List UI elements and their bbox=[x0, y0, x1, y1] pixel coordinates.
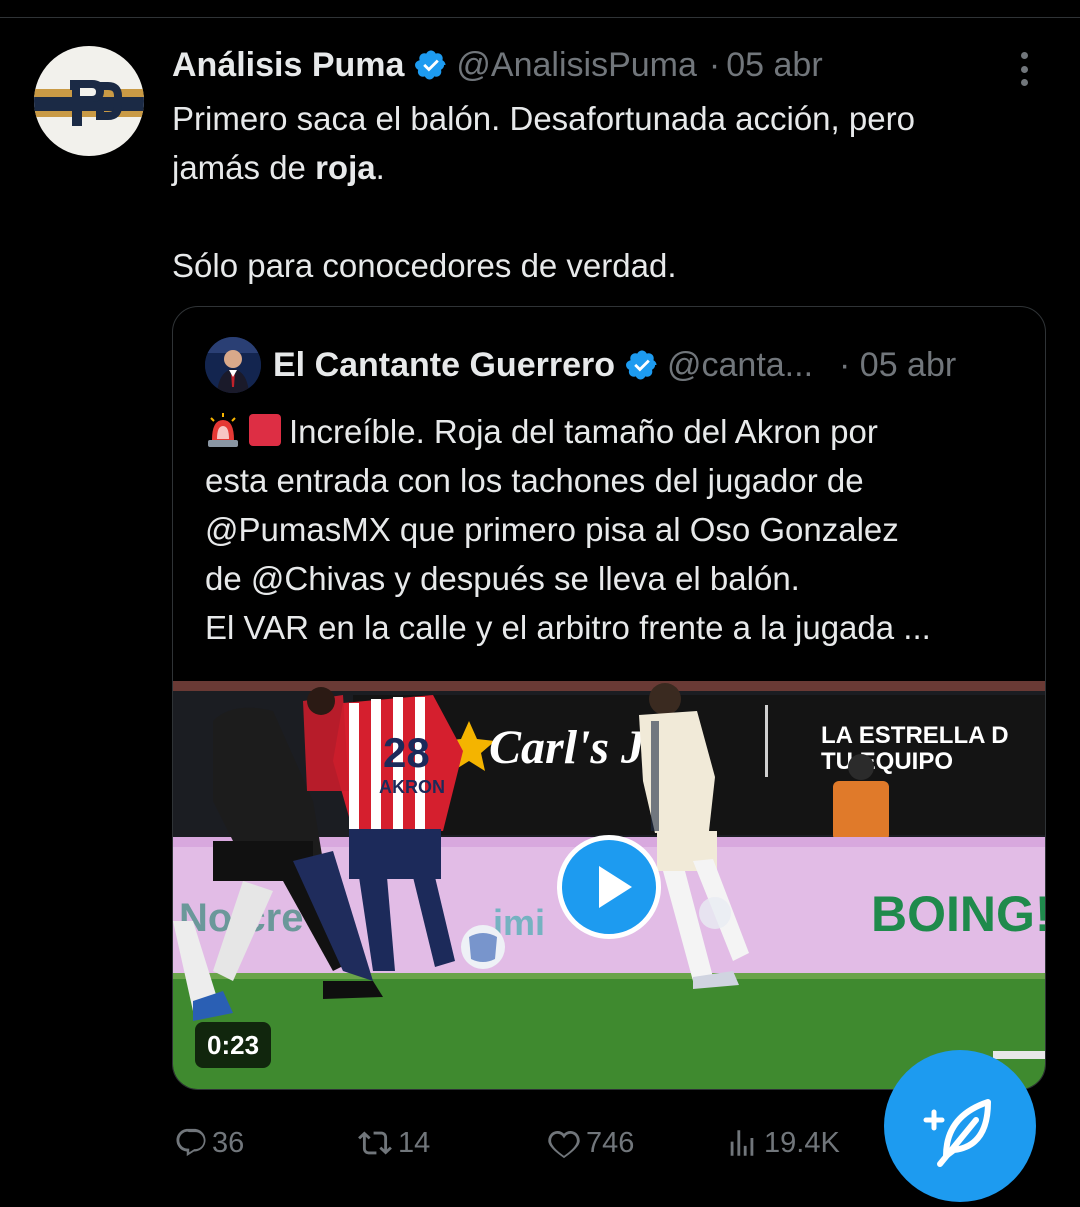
play-icon bbox=[599, 866, 632, 908]
video-player[interactable]: Carl's Jr. LA ESTRELLA D TU EQUIPO No cr… bbox=[173, 681, 1045, 1089]
tweet-text-line3: Sólo para conocedores de verdad. bbox=[172, 247, 677, 284]
quoted-text-line-5: El VAR en la calle y el arbitro frente a… bbox=[205, 609, 931, 646]
tweet-header: Análisis Puma @AnalisisPuma · 05 abr bbox=[172, 44, 823, 86]
verified-badge-icon bbox=[626, 350, 657, 380]
banner-line-2: TU EQUIPO bbox=[821, 748, 953, 775]
tweet-text-line1: Primero saca el balón. Desafortunada acc… bbox=[172, 100, 915, 137]
repost-icon bbox=[358, 1131, 392, 1155]
separator-dot: · bbox=[708, 45, 721, 84]
shirt-sponsor: AKRON bbox=[379, 777, 445, 797]
quoted-tweet-card[interactable]: El Cantante Guerrero @canta... · 05 abr … bbox=[172, 306, 1046, 1090]
more-options-icon[interactable] bbox=[1012, 52, 1036, 86]
like-count: 746 bbox=[586, 1126, 635, 1159]
author-name[interactable]: Análisis Puma bbox=[172, 46, 404, 85]
quoted-author-avatar[interactable] bbox=[205, 337, 261, 393]
like-icon bbox=[548, 1130, 580, 1159]
tweet-text-line2: jamás de roja. bbox=[172, 143, 1052, 192]
board-text: BOING! bbox=[871, 886, 1045, 942]
analisis-puma-logo-icon bbox=[34, 80, 144, 126]
play-button[interactable] bbox=[557, 835, 661, 939]
views-button[interactable]: 19.4K bbox=[724, 1118, 840, 1168]
red-square-emoji-icon bbox=[249, 414, 281, 446]
repost-count: 14 bbox=[398, 1126, 431, 1159]
reply-button[interactable]: 36 bbox=[174, 1118, 244, 1168]
verified-badge-icon bbox=[415, 50, 446, 80]
reply-count: 36 bbox=[212, 1126, 245, 1159]
reply-icon bbox=[176, 1128, 206, 1157]
repost-button[interactable]: 14 bbox=[356, 1118, 430, 1168]
top-divider bbox=[0, 17, 1080, 18]
quoted-author-name[interactable]: El Cantante Guerrero bbox=[273, 346, 615, 385]
video-duration: 0:23 bbox=[195, 1022, 272, 1068]
quoted-text-line-4: de @Chivas y después se lleva el balón. bbox=[205, 560, 800, 597]
quoted-text-line-3: @PumasMX que primero pisa al Oso Gonzale… bbox=[205, 511, 899, 548]
views-icon bbox=[730, 1130, 754, 1156]
compose-post-icon bbox=[923, 1099, 991, 1167]
quoted-text-line-2: esta entrada con los tachones del jugado… bbox=[205, 462, 864, 499]
quoted-tweet-text: Increíble. Roja del tamaño del Akron por… bbox=[205, 407, 1025, 652]
quoted-text-line: Increíble. Roja del tamaño del Akron por bbox=[205, 407, 1025, 456]
siren-emoji-icon bbox=[208, 413, 238, 447]
tweet-text: Primero saca el balón. Desafortunada acc… bbox=[172, 94, 1052, 290]
view-count: 19.4K bbox=[764, 1126, 840, 1159]
compose-post-button[interactable] bbox=[884, 1050, 1036, 1202]
player-number: 28 bbox=[383, 729, 430, 776]
tweet-date[interactable]: 05 abr bbox=[726, 46, 822, 85]
quoted-tweet-date[interactable]: · 05 abr bbox=[839, 346, 956, 385]
quoted-tweet-header: El Cantante Guerrero @canta... · 05 abr bbox=[205, 335, 956, 395]
author-handle[interactable]: @AnalisisPuma bbox=[456, 46, 697, 85]
banner-line-1: LA ESTRELLA D bbox=[821, 722, 1009, 749]
tweet-text-bold-word: roja bbox=[315, 149, 376, 186]
quoted-text-line-1: Increíble. Roja del tamaño del Akron por bbox=[289, 413, 878, 450]
author-avatar[interactable] bbox=[34, 46, 144, 156]
quoted-author-handle[interactable]: @canta... bbox=[667, 346, 813, 385]
tweet-text-line2-end: . bbox=[375, 149, 385, 186]
like-button[interactable]: 746 bbox=[546, 1118, 634, 1168]
quoted-avatar-image bbox=[205, 337, 261, 393]
tweet-text-line2-start: jamás de bbox=[172, 149, 316, 186]
